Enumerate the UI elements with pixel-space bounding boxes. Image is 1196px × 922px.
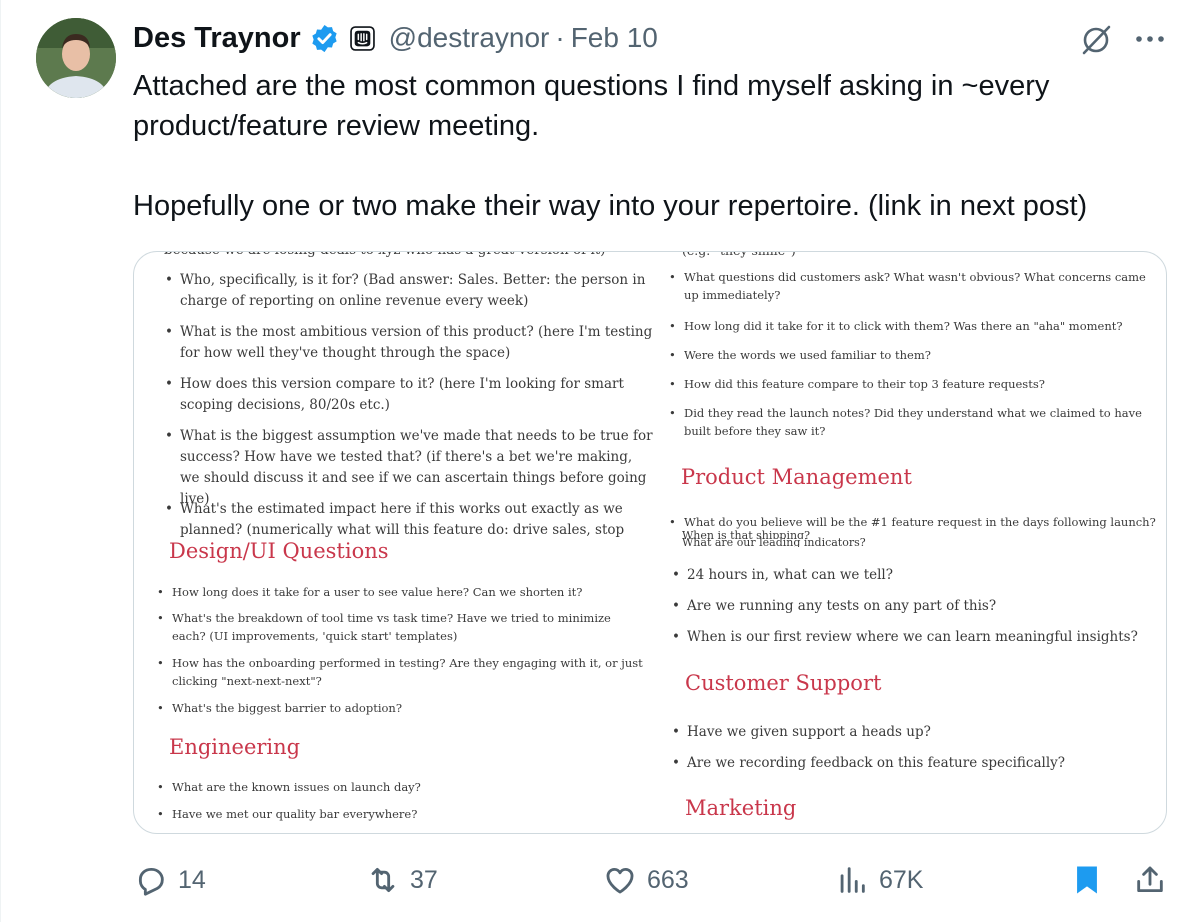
list-item: Have we given support a heads up?: [670, 722, 1140, 743]
attached-image[interactable]: because we are losing deals to xyz who h…: [133, 251, 1167, 834]
like-icon: [606, 867, 634, 894]
separator: ·: [555, 22, 565, 53]
list-item: Who, specifically, is it for? (Bad answe…: [163, 270, 653, 312]
cutoff-text: (e.g. "they smile"): [682, 252, 796, 261]
list-item: Were the words we used familiar to them?: [667, 346, 1157, 364]
views-button[interactable]: 67K: [835, 858, 923, 902]
tweet-paragraph: Attached are the most common questions I…: [133, 70, 1050, 142]
company-logo-icon[interactable]: [349, 25, 375, 51]
reply-count: 14: [178, 865, 206, 894]
bookmark-icon: [1077, 866, 1097, 894]
author-name[interactable]: Des Traynor: [133, 22, 301, 55]
marketing-heading: Marketing: [685, 796, 797, 820]
list-item: Did they read the launch notes? Did they…: [667, 404, 1157, 440]
repost-icon: [371, 867, 395, 893]
design-heading: Design/UI Questions: [169, 539, 389, 563]
customer-support-heading: Customer Support: [685, 671, 882, 695]
list-item: What's the biggest barrier to adoption?: [155, 699, 645, 717]
list-item: What are the known issues on launch day?: [155, 778, 645, 796]
tweet-paragraph: Hopefully one or two make their way into…: [133, 190, 1088, 222]
list-item: What questions did customers ask? What w…: [667, 268, 1157, 304]
engineering-heading: Engineering: [169, 735, 301, 759]
list-item: When is our first review where we can le…: [670, 627, 1140, 648]
timeline-border: [0, 0, 1, 922]
list-item: What's the breakdown of tool time vs tas…: [155, 609, 645, 645]
views-count: 67K: [879, 865, 924, 894]
list-item: What is the most ambitious version of th…: [163, 322, 653, 364]
verified-badge-icon: [309, 23, 340, 54]
cutoff-text: What are our leading indicators?: [682, 537, 866, 547]
list-item: What's the estimated impact here if this…: [163, 499, 653, 541]
repost-button[interactable]: 37: [366, 858, 438, 902]
avatar[interactable]: [36, 18, 116, 98]
tweet-text: Attached are the most common questions I…: [133, 66, 1173, 226]
views-icon: [840, 867, 865, 893]
grok-icon[interactable]: [1078, 22, 1114, 58]
list-item: What do you believe will be the #1 featu…: [667, 513, 1157, 531]
more-icon[interactable]: [1130, 24, 1170, 54]
list-item: 24 hours in, what can we tell?: [670, 565, 1140, 586]
tweet-header: Des Traynor @destraynor · Feb 10: [133, 18, 658, 58]
like-button[interactable]: 663: [603, 858, 689, 902]
tweet-date[interactable]: Feb 10: [571, 22, 658, 54]
reply-icon: [138, 867, 164, 896]
list-item: What is the biggest assumption we've mad…: [163, 426, 653, 510]
list-item: How does this version compare to it? (he…: [163, 374, 653, 416]
reply-button[interactable]: 14: [134, 858, 206, 902]
cutoff-text: because we are losing deals to xyz who h…: [164, 252, 605, 261]
list-item: How has the onboarding performed in test…: [155, 654, 645, 690]
list-item: Are we recording feedback on this featur…: [670, 753, 1140, 774]
share-button[interactable]: [1133, 858, 1167, 902]
like-count: 663: [647, 865, 689, 894]
list-item: Have we met our quality bar everywhere?: [155, 805, 645, 823]
list-item: How long did it take for it to click wit…: [667, 317, 1157, 335]
repost-count: 37: [410, 865, 438, 894]
product-management-heading: Product Management: [681, 465, 912, 489]
list-item: Are we running any tests on any part of …: [670, 596, 1140, 617]
list-item: How long does it take for a user to see …: [155, 583, 645, 601]
action-bar: 14 37 663 67K: [0, 858, 1196, 902]
author-handle[interactable]: @destraynor: [389, 22, 550, 54]
share-icon: [1137, 866, 1163, 893]
bookmark-button[interactable]: [1070, 858, 1104, 902]
list-item: How did this feature compare to their to…: [667, 375, 1157, 393]
